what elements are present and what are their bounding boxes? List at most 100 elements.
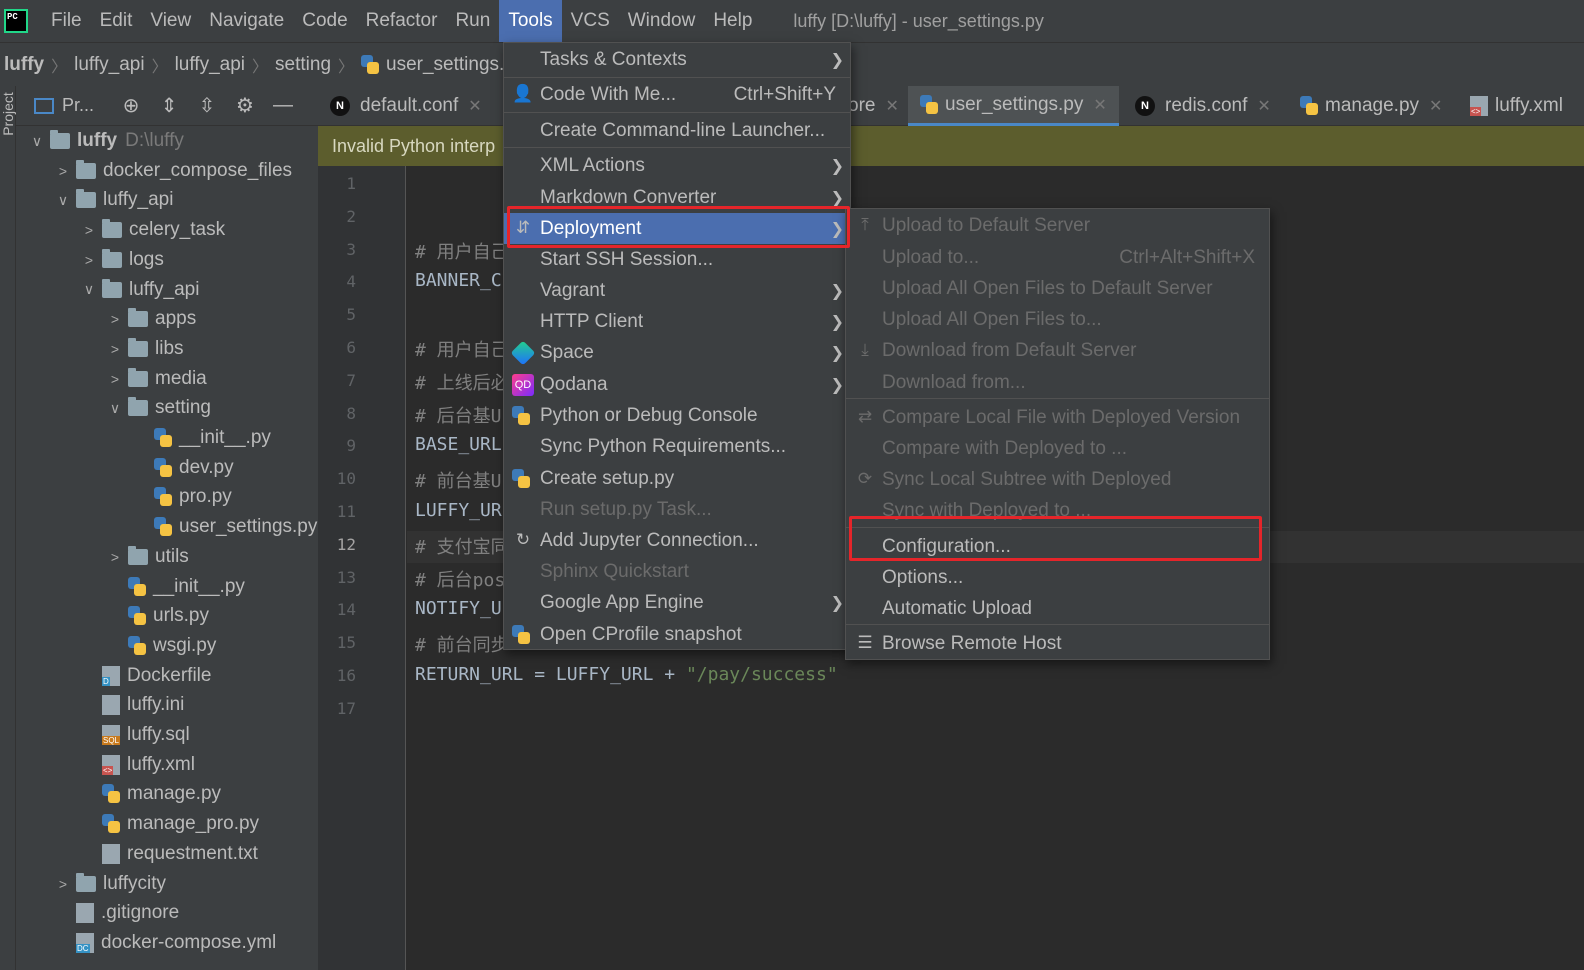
tree-item-libs[interactable]: > libs — [102, 334, 184, 364]
tree-item-wsgi-py[interactable]: wsgi.py — [102, 631, 216, 661]
tree-item-pro-py[interactable]: pro.py — [128, 482, 232, 512]
menu-window[interactable]: Window — [619, 0, 705, 42]
tools-menu-item-start-ssh-session[interactable]: Start SSH Session... — [504, 244, 850, 275]
chevron-down-icon[interactable]: ∨ — [50, 192, 76, 209]
gear-icon[interactable]: ⚙ — [226, 93, 264, 118]
menu-separator — [504, 112, 850, 113]
chevron-down-icon[interactable]: ∨ — [76, 281, 102, 298]
tools-menu-item-xml-actions[interactable]: XML Actions ❯ — [504, 150, 850, 181]
tools-menu-item-space[interactable]: Space ❯ — [504, 337, 850, 368]
python-file-icon — [920, 94, 938, 115]
project-view-icon[interactable] — [34, 97, 54, 114]
tree-item-gitignore[interactable]: .gitignore — [50, 898, 179, 928]
tree-item-user-settings-py[interactable]: user_settings.py — [128, 512, 317, 542]
tab-manage-py[interactable]: manage.py ✕ — [1288, 86, 1454, 126]
tree-item-luffy-ini[interactable]: luffy.ini — [76, 690, 184, 720]
menu-run[interactable]: Run — [446, 0, 499, 42]
tools-menu-item-vagrant[interactable]: Vagrant ❯ — [504, 275, 850, 306]
tree-item-urls-py[interactable]: urls.py — [102, 601, 209, 631]
menu-file[interactable]: File — [42, 0, 91, 42]
tools-menu-item-tasks-contexts[interactable]: Tasks & Contexts ❯ — [504, 44, 850, 75]
tab-luffy-xml[interactable]: luffy.xml — [1458, 86, 1575, 126]
tree-item-apps[interactable]: > apps — [102, 304, 196, 334]
breadcrumb-item[interactable]: luffy_api — [171, 54, 249, 76]
tree-item-requestment-txt[interactable]: requestment.txt — [76, 839, 258, 869]
breadcrumb-item[interactable]: setting — [271, 54, 335, 76]
menu-vcs[interactable]: VCS — [562, 0, 619, 42]
chevron-right-icon[interactable]: > — [76, 222, 102, 238]
tree-item-logs[interactable]: > logs — [76, 245, 164, 275]
chevron-right-icon[interactable]: > — [50, 163, 76, 179]
menu-tools[interactable]: Tools — [499, 0, 562, 42]
menu-code[interactable]: Code — [293, 0, 356, 42]
tree-item-dockerfile[interactable]: Dockerfile — [76, 661, 211, 691]
minimize-icon[interactable]: — — [264, 94, 302, 117]
tools-menu-item-qodana[interactable]: QD Qodana ❯ — [504, 369, 850, 400]
code-line: # 支付宝同 — [415, 533, 509, 559]
menu-item-label: Create setup.py — [540, 467, 675, 489]
tree-item-dev-py[interactable]: dev.py — [128, 453, 234, 483]
chevron-right-icon[interactable]: > — [76, 252, 102, 268]
expand-all-icon[interactable]: ⇕ — [150, 93, 188, 118]
close-icon[interactable]: ✕ — [1429, 96, 1442, 116]
tree-item-manage-py[interactable]: manage.py — [76, 779, 221, 809]
tab-default-conf[interactable]: Ndefault.conf ✕ — [318, 86, 494, 126]
tools-menu-item-create-command-line-launcher[interactable]: Create Command-line Launcher... — [504, 115, 850, 146]
tools-menu-item-open-cprofile-snapshot[interactable]: Open CProfile snapshot — [504, 619, 850, 650]
tree-item-media[interactable]: > media — [102, 364, 207, 394]
chevron-down-icon[interactable]: ∨ — [102, 400, 128, 417]
locate-icon[interactable]: ⊕ — [112, 93, 150, 118]
chevron-right-icon[interactable]: > — [102, 311, 128, 327]
deployment-item-browse-remote-host[interactable]: ☰ Browse Remote Host — [846, 628, 1269, 659]
tools-menu-item-create-setup-py[interactable]: Create setup.py — [504, 463, 850, 494]
deployment-item-options[interactable]: Options... — [846, 562, 1269, 593]
chevron-right-icon[interactable]: > — [50, 876, 76, 892]
tools-menu-item-google-app-engine[interactable]: Google App Engine ❯ — [504, 587, 850, 618]
tree-item-init-py[interactable]: __init__.py — [128, 423, 271, 453]
tree-item-setting[interactable]: ∨ setting — [102, 393, 211, 423]
tree-item-init-py[interactable]: __init__.py — [102, 572, 245, 602]
collapse-all-icon[interactable]: ⇳ — [188, 93, 226, 118]
chevron-right-icon: ❯ — [830, 376, 844, 394]
breadcrumb-item[interactable]: luffy_api — [70, 54, 148, 76]
code-text: LUFFY_UR — [415, 500, 502, 521]
project-view-label[interactable]: Pr... — [62, 95, 94, 116]
tab-user-settings[interactable]: user_settings.py ✕ — [908, 86, 1119, 126]
chevron-right-icon[interactable]: > — [102, 371, 128, 387]
tools-menu-item-http-client[interactable]: HTTP Client ❯ — [504, 306, 850, 337]
tree-item-luffycity[interactable]: > luffycity — [50, 869, 166, 899]
close-icon[interactable]: ✕ — [1093, 95, 1106, 115]
close-icon[interactable]: ✕ — [468, 96, 481, 116]
menu-edit[interactable]: Edit — [91, 0, 142, 42]
tree-item-celery-task[interactable]: > celery_task — [76, 215, 225, 245]
close-icon[interactable]: ✕ — [885, 96, 898, 116]
tree-item-docker-compose-files[interactable]: > docker_compose_files — [50, 156, 292, 186]
tree-item-manage-pro-py[interactable]: manage_pro.py — [76, 809, 259, 839]
tree-item-luffy[interactable]: ∨ luffy D:\luffy — [24, 126, 184, 156]
tree-item-luffy-xml[interactable]: luffy.xml — [76, 750, 195, 780]
tab-ore[interactable]: ore ✕ — [848, 86, 911, 126]
tree-item-luffy-api[interactable]: ∨ luffy_api — [50, 185, 173, 215]
deployment-item-automatic-upload[interactable]: Automatic Upload — [846, 593, 1269, 624]
menu-refactor[interactable]: Refactor — [357, 0, 447, 42]
tree-item-luffy-sql[interactable]: luffy.sql — [76, 720, 190, 750]
tools-menu-item-add-jupyter-connection[interactable]: ↻ Add Jupyter Connection... — [504, 525, 850, 556]
chevron-right-icon[interactable]: > — [102, 341, 128, 357]
project-tool-tab[interactable]: Project — [0, 92, 16, 136]
tools-menu-item-code-with-me[interactable]: 👤 Code With Me... Ctrl+Shift+Y — [504, 79, 850, 110]
menu-item-label: Sync Python Requirements... — [540, 435, 787, 457]
menu-navigate[interactable]: Navigate — [200, 0, 293, 42]
tab-redis-conf[interactable]: Nredis.conf ✕ — [1123, 86, 1283, 126]
close-icon[interactable]: ✕ — [1257, 96, 1270, 116]
tree-item-docker-compose-yml[interactable]: docker-compose.yml — [50, 928, 276, 958]
breadcrumb-item[interactable]: luffy — [0, 54, 48, 76]
tools-menu-item-python-or-debug-console[interactable]: Python or Debug Console — [504, 400, 850, 431]
tree-item-luffy-api[interactable]: ∨ luffy_api — [76, 275, 199, 305]
chevron-down-icon[interactable]: ∨ — [24, 133, 50, 150]
tools-menu-item-sync-python-requirements[interactable]: Sync Python Requirements... — [504, 431, 850, 462]
chevron-right-icon: 〉 — [51, 58, 68, 76]
chevron-right-icon[interactable]: > — [102, 549, 128, 565]
menu-help[interactable]: Help — [704, 0, 761, 42]
menu-view[interactable]: View — [141, 0, 200, 42]
tree-item-utils[interactable]: > utils — [102, 542, 189, 572]
